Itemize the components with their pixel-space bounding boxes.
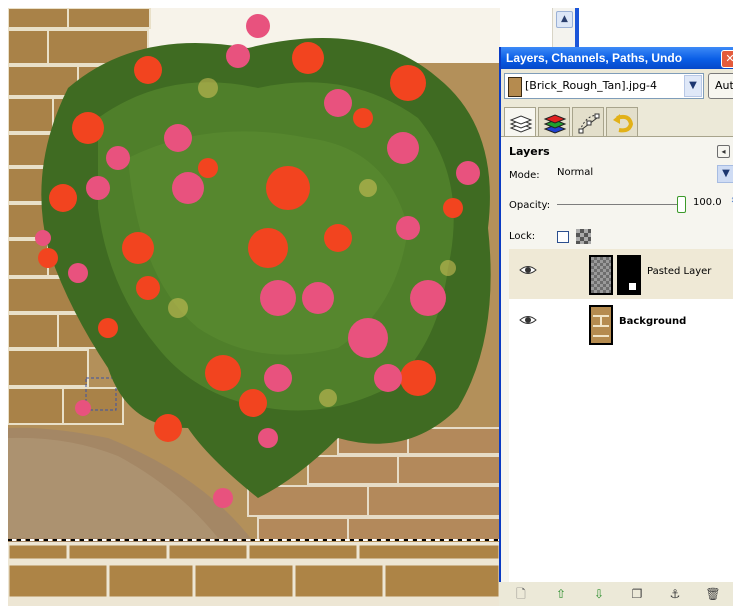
image-canvas[interactable] — [8, 8, 500, 606]
eye-icon[interactable] — [519, 263, 537, 277]
lock-alpha-icon[interactable] — [576, 229, 591, 244]
layer-name[interactable]: Pasted Layer — [647, 266, 711, 277]
dock-title-bar[interactable]: Layers, Channels, Paths, Undo ✕ — [501, 47, 733, 69]
raise-layer-icon[interactable]: ⇧ — [553, 586, 569, 602]
paths-tab-icon — [578, 113, 600, 134]
mode-select[interactable]: Normal — [557, 167, 593, 178]
opacity-slider-handle[interactable] — [677, 196, 686, 213]
layer-thumbnail — [589, 255, 613, 295]
layer-mask-thumbnail[interactable] — [617, 255, 641, 295]
close-icon[interactable]: ✕ — [721, 50, 733, 68]
tab-paths[interactable] — [572, 107, 604, 137]
mode-dropdown-icon[interactable]: ▼ — [717, 165, 733, 183]
lock-pixels-checkbox[interactable] — [557, 231, 569, 243]
anchor-layer-icon[interactable]: ⚓ — [667, 586, 683, 602]
panel-menu-icon[interactable]: ◂ — [717, 145, 730, 158]
image-selector[interactable]: [Brick_Rough_Tan].jpg-4 ▼ — [504, 73, 704, 99]
window-edge — [575, 8, 579, 48]
flower-photo — [8, 8, 500, 606]
layer-thumbnail — [589, 305, 613, 345]
window-background — [575, 8, 733, 48]
delete-layer-icon[interactable]: 🗑 — [705, 586, 721, 602]
auto-button[interactable]: Auto — [708, 73, 733, 99]
vertical-scrollbar[interactable]: ▲ — [552, 8, 575, 48]
layer-row[interactable]: Background — [509, 299, 733, 349]
opacity-label: Opacity: — [509, 200, 551, 211]
layer-list: Pasted Layer Background — [509, 249, 733, 589]
lower-layer-icon[interactable]: ⇩ — [591, 586, 607, 602]
undo-tab-icon — [613, 114, 634, 133]
opacity-value[interactable]: 100.0 — [693, 197, 722, 208]
channels-tab-icon — [543, 114, 567, 134]
dock-tabs — [504, 107, 733, 138]
layers-dock: Layers, Channels, Paths, Undo ✕ [Brick_R… — [499, 47, 733, 606]
layer-name[interactable]: Background — [619, 316, 686, 327]
tab-undo[interactable] — [606, 107, 638, 137]
scroll-up-button[interactable]: ▲ — [556, 11, 573, 28]
tab-channels[interactable] — [538, 107, 570, 137]
mode-label: Mode: — [509, 170, 540, 181]
layer-toolbar: 🗋 ⇧ ⇩ ❐ ⚓ 🗑 — [499, 582, 733, 606]
dock-title: Layers, Channels, Paths, Undo — [506, 51, 683, 65]
new-layer-icon[interactable]: 🗋 — [513, 586, 529, 602]
chevron-down-icon[interactable]: ▼ — [684, 75, 702, 97]
lock-label: Lock: — [509, 231, 536, 242]
duplicate-layer-icon[interactable]: ❐ — [629, 586, 645, 602]
eye-icon[interactable] — [519, 313, 537, 327]
image-name: [Brick_Rough_Tan].jpg-4 — [525, 79, 658, 92]
layer-row[interactable]: Pasted Layer — [509, 249, 733, 299]
tab-layers[interactable] — [504, 107, 536, 138]
opacity-slider-track[interactable] — [557, 204, 677, 205]
image-thumbnail — [508, 77, 522, 97]
panel-heading: Layers — [509, 145, 550, 158]
layers-panel: Layers ◂ Mode: Normal ▼ Opacity: 100.0 ⬍… — [501, 137, 733, 606]
layers-tab-icon — [509, 115, 533, 133]
